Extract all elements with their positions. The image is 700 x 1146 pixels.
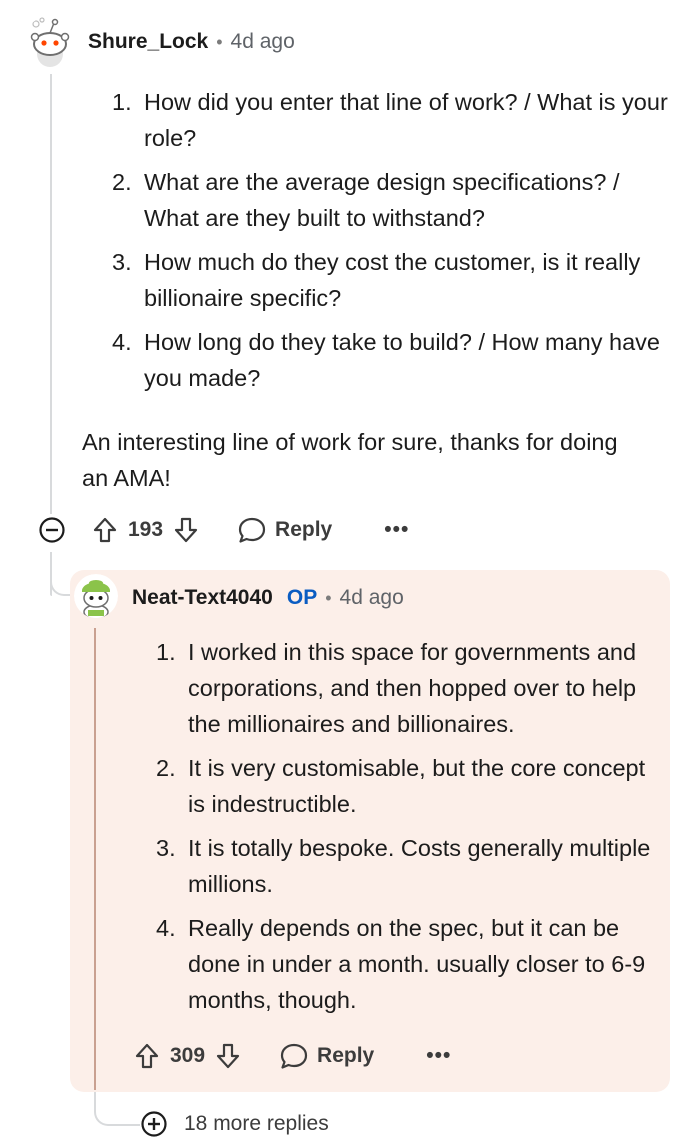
downvote-button[interactable] bbox=[215, 1042, 241, 1070]
thread-line-main bbox=[50, 74, 52, 514]
list-item: 2. What are the average design specificat… bbox=[112, 169, 620, 231]
reply-time: 4d ago bbox=[339, 586, 404, 609]
upvote-arrow-icon bbox=[93, 517, 117, 543]
separator-dot: • bbox=[325, 587, 332, 608]
reply-answer-list: 1. I worked in this space for governments… bbox=[156, 634, 664, 1026]
comment-question-list: 1. How did you enter that line of work? /… bbox=[112, 84, 672, 404]
speech-bubble-icon bbox=[280, 1043, 308, 1069]
downvote-button[interactable] bbox=[173, 516, 199, 544]
speech-bubble-icon bbox=[238, 517, 266, 543]
upvote-arrow-icon bbox=[135, 1043, 159, 1069]
vote-count: 193 bbox=[128, 518, 164, 541]
avatar[interactable] bbox=[24, 16, 76, 68]
reply-meta: Neat-Text4040 OP • 4d ago bbox=[132, 586, 404, 610]
collapse-thread-button[interactable] bbox=[38, 516, 66, 544]
downvote-arrow-icon bbox=[216, 1043, 240, 1069]
more-options-button[interactable]: ••• bbox=[384, 518, 409, 542]
comment-author[interactable]: Shure_Lock bbox=[88, 30, 208, 54]
more-replies-label: 18 more replies bbox=[184, 1112, 329, 1135]
reply-button[interactable]: Reply bbox=[279, 1042, 374, 1070]
separator-dot: • bbox=[216, 31, 223, 52]
avatar[interactable] bbox=[74, 574, 118, 618]
upvote-button[interactable] bbox=[92, 516, 118, 544]
list-item: 3. How much do they cost the customer, is… bbox=[112, 249, 641, 311]
op-thread-line bbox=[94, 628, 96, 1090]
list-item: 2. It is very customisable, but the core … bbox=[156, 755, 646, 817]
reply-actions: 309 Reply ••• bbox=[134, 1042, 451, 1070]
collapse-icon bbox=[39, 517, 65, 543]
reply-author[interactable]: Neat-Text4040 bbox=[132, 586, 273, 610]
reply-button[interactable]: Reply bbox=[237, 516, 332, 544]
snoo-avatar-icon bbox=[74, 574, 118, 618]
list-item: 1. How did you enter that line of work? /… bbox=[112, 89, 668, 151]
more-options-button[interactable]: ••• bbox=[426, 1044, 451, 1068]
list-item: 4. Really depends on the spec, but it can… bbox=[156, 915, 646, 1013]
snoo-avatar-icon bbox=[24, 16, 76, 68]
comment-actions: 193 Reply ••• bbox=[38, 516, 409, 544]
thread-line-more-curve bbox=[94, 1090, 140, 1126]
downvote-arrow-icon bbox=[174, 517, 198, 543]
op-badge: OP bbox=[286, 586, 318, 609]
more-replies-link[interactable]: 18 more replies bbox=[140, 1110, 329, 1138]
list-item: 3. It is totally bespoke. Costs generally… bbox=[156, 835, 651, 897]
list-item: 4. How long do they take to build? / How … bbox=[112, 329, 660, 391]
list-item: 1. I worked in this space for governments… bbox=[156, 639, 637, 737]
upvote-button[interactable] bbox=[134, 1042, 160, 1070]
thread-line-branch-curve bbox=[50, 560, 72, 596]
comment-closing-text: An interesting line of work for sure, th… bbox=[82, 429, 618, 491]
comment-meta: Shure_Lock • 4d ago bbox=[88, 30, 295, 54]
vote-count: 309 bbox=[170, 1044, 206, 1067]
comment-time: 4d ago bbox=[230, 30, 295, 53]
expand-plus-icon bbox=[141, 1111, 167, 1137]
